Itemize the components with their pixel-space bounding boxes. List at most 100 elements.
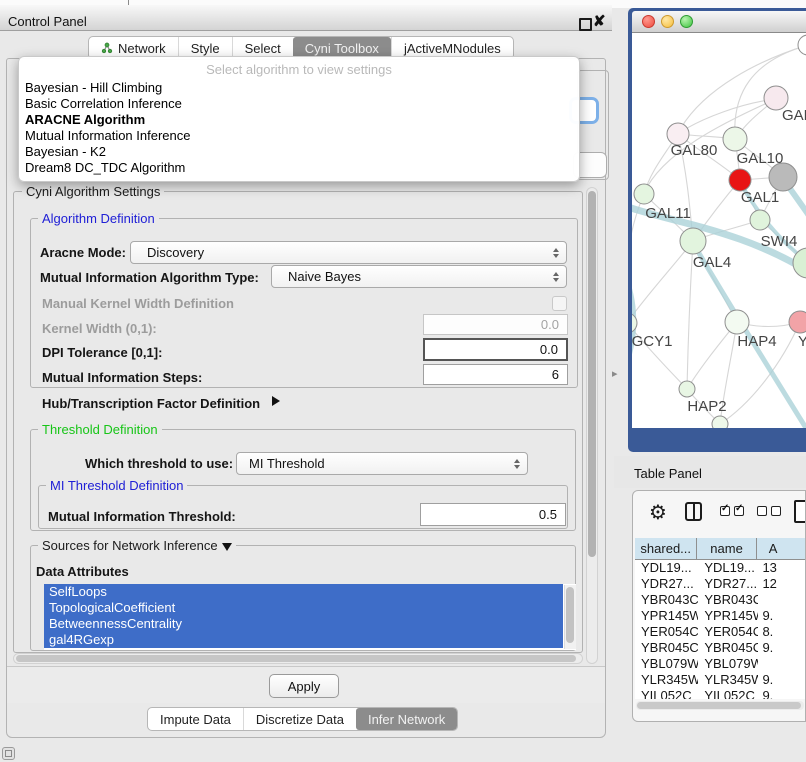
network-node[interactable] (729, 169, 751, 191)
tab-discretize-data[interactable]: Discretize Data (243, 708, 356, 730)
table-horizontal-scrollbar[interactable] (636, 701, 804, 710)
table-cell[interactable]: 13 (758, 560, 806, 576)
collapsed-panel-icon[interactable] (2, 747, 15, 760)
network-node-label: HAP4 (737, 333, 776, 350)
network-node[interactable] (769, 163, 797, 191)
table-cell[interactable]: YDL19... (698, 560, 758, 576)
column-header-shared[interactable]: shared... (635, 538, 697, 559)
table-cell[interactable]: 9. (758, 640, 806, 656)
gear-icon[interactable]: ⚙ (649, 499, 667, 525)
table-cell[interactable]: YER054C (635, 624, 698, 640)
table-cell[interactable]: YER054C (698, 624, 758, 640)
network-node-y[interactable] (789, 311, 806, 333)
expand-right-icon[interactable] (272, 396, 280, 406)
table-cell[interactable]: YBR043C (635, 592, 698, 608)
network-node-gal4[interactable] (680, 228, 706, 254)
table-cell[interactable]: 9. (758, 672, 806, 688)
attribute-item-topologicalcoefficient[interactable]: TopologicalCoefficient (44, 600, 563, 616)
panel-resize-handle[interactable]: ▸ (612, 367, 618, 380)
dropdown-item-dream8-dc-tdc-algorithm[interactable]: Dream8 DC_TDC Algorithm (19, 160, 579, 176)
apply-button[interactable]: Apply (269, 674, 339, 698)
table-row[interactable]: YIL052CYIL052C9. (635, 688, 806, 699)
network-window-titlebar[interactable] (632, 11, 806, 33)
network-node-hap2[interactable] (679, 381, 695, 397)
dropdown-item-basic-correlation-inference[interactable]: Basic Correlation Inference (19, 96, 579, 112)
network-node[interactable] (798, 35, 806, 55)
dpi-tolerance-field[interactable]: 0.0 (423, 338, 568, 361)
table-row[interactable]: YBL079WYBL079W (635, 656, 806, 672)
network-canvas[interactable]: GALGAL80GAL10GAL1GAL11SWI4GAL4GCY1HAP4YH… (632, 33, 806, 428)
table-cell[interactable]: YLR345W (698, 672, 758, 688)
settings-horizontal-scrollbar[interactable] (13, 653, 583, 664)
table-cell[interactable]: 9. (758, 688, 806, 699)
new-column-icon[interactable] (794, 500, 806, 523)
attribute-item-betweennesscentrality[interactable]: BetweennessCentrality (44, 616, 563, 632)
tab-impute-data[interactable]: Impute Data (148, 708, 243, 730)
show-columns-icon[interactable] (685, 502, 702, 521)
which-threshold-select[interactable]: MI Threshold (236, 452, 528, 475)
table-cell[interactable]: YBR043C (698, 592, 758, 608)
network-node-hap4[interactable] (725, 310, 749, 334)
network-node[interactable] (712, 416, 728, 428)
table-cell[interactable]: YDL19... (635, 560, 698, 576)
table-cell[interactable]: YPR145W (698, 608, 758, 624)
zoom-traffic-light-icon[interactable] (680, 15, 693, 28)
table-row[interactable]: YDL19...YDL19...13 (635, 560, 806, 576)
column-header-a[interactable]: A (757, 538, 806, 559)
float-window-icon[interactable] (579, 18, 592, 31)
close-traffic-light-icon[interactable] (642, 15, 655, 28)
network-node-gcy1[interactable] (632, 313, 637, 333)
kernel-width-field[interactable]: 0.0 (423, 314, 568, 335)
network-node-gal11[interactable] (634, 184, 654, 204)
table-cell[interactable]: 12 (758, 576, 806, 592)
table-row[interactable]: YLR345WYLR345W9. (635, 672, 806, 688)
minimize-traffic-light-icon[interactable] (661, 15, 674, 28)
mi-steps-field[interactable]: 6 (423, 364, 568, 385)
table-cell[interactable]: YDR27... (698, 576, 758, 592)
column-header-name[interactable]: name (697, 538, 756, 559)
table-cell[interactable]: YBR045C (635, 640, 698, 656)
attribute-item-selfloops[interactable]: SelfLoops (44, 584, 563, 600)
table-row[interactable]: YER054CYER054C8. (635, 624, 806, 640)
table-cell[interactable] (758, 656, 806, 672)
network-node-gal10[interactable] (723, 127, 747, 151)
dropdown-item-bayesian-k2[interactable]: Bayesian - K2 (19, 144, 579, 160)
table-row[interactable]: YBR043CYBR043C (635, 592, 806, 608)
attribute-item-gal4rgexp[interactable]: gal4RGexp (44, 632, 563, 648)
collapse-down-icon[interactable] (222, 543, 232, 551)
table-cell[interactable]: YBL079W (698, 656, 758, 672)
table-cell[interactable]: 9. (758, 608, 806, 624)
table-row[interactable]: YDR27...YDR27...12 (635, 576, 806, 592)
table-horizontal-scrollbar-thumb[interactable] (637, 702, 801, 709)
data-attributes-list[interactable]: SelfLoopsTopologicalCoefficientBetweenne… (44, 584, 576, 650)
list-scrollbar[interactable] (564, 585, 576, 649)
table-row[interactable]: YBR045CYBR045C9. (635, 640, 806, 656)
table-row[interactable]: YPR145WYPR145W9. (635, 608, 806, 624)
network-window[interactable]: GALGAL80GAL10GAL1GAL11SWI4GAL4GCY1HAP4YH… (628, 8, 806, 452)
dropdown-item-mutual-information-inference[interactable]: Mutual Information Inference (19, 128, 579, 144)
select-all-columns-icon[interactable] (720, 506, 744, 516)
settings-vertical-scrollbar-thumb[interactable] (588, 191, 596, 557)
mi-type-select[interactable]: Naive Bayes (271, 265, 567, 288)
settings-vertical-scrollbar[interactable] (586, 187, 598, 664)
close-panel-icon[interactable]: ✘ (593, 12, 606, 30)
unselect-all-columns-icon[interactable] (757, 506, 781, 516)
network-node-gal1[interactable] (750, 210, 770, 230)
list-scrollbar-thumb[interactable] (566, 587, 574, 643)
mi-threshold-field[interactable]: 0.5 (420, 503, 566, 526)
table-cell[interactable]: YLR345W (635, 672, 698, 688)
dropdown-item-bayesian-hill-climbing[interactable]: Bayesian - Hill Climbing (19, 80, 579, 96)
table-cell[interactable]: YIL052C (635, 688, 698, 699)
table-cell[interactable]: 8. (758, 624, 806, 640)
settings-horizontal-scrollbar-thumb[interactable] (16, 655, 576, 662)
table-cell[interactable] (758, 592, 806, 608)
dropdown-item-aracne-algorithm[interactable]: ARACNE Algorithm (19, 112, 579, 128)
table-cell[interactable]: YPR145W (635, 608, 698, 624)
table-cell[interactable]: YDR27... (635, 576, 698, 592)
aracne-mode-select[interactable]: Discovery (130, 241, 567, 264)
tab-infer-network[interactable]: Infer Network (356, 708, 457, 730)
manual-kernel-checkbox[interactable] (552, 296, 567, 311)
table-cell[interactable]: YIL052C (698, 688, 758, 699)
table-cell[interactable]: YBR045C (698, 640, 758, 656)
table-cell[interactable]: YBL079W (635, 656, 698, 672)
